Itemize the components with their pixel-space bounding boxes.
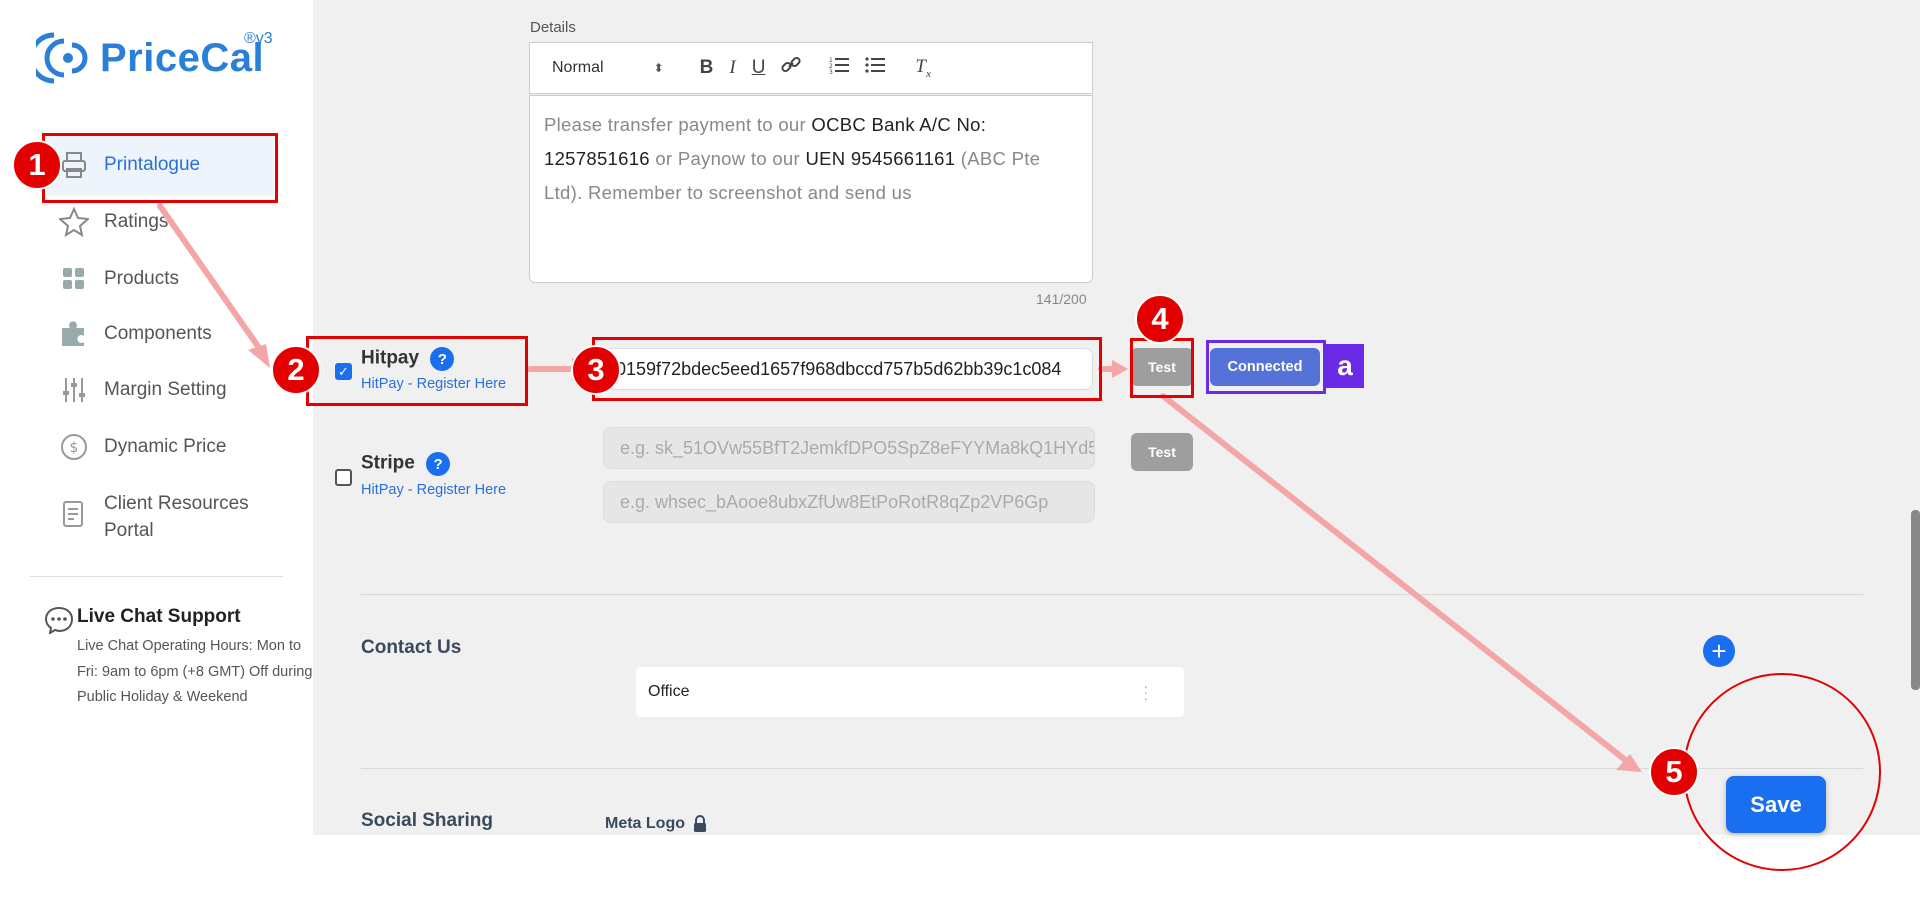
sidebar-item-label: Margin Setting <box>104 379 227 400</box>
editor-toolbar: Normal ⬍ B I U 123 Tx <box>529 42 1093 94</box>
section-divider <box>361 768 1863 769</box>
svg-text:$: $ <box>70 440 79 456</box>
step-badge-4: 4 <box>1135 294 1185 344</box>
step-badge-5: 5 <box>1649 747 1699 797</box>
annotation-box-2 <box>306 336 528 406</box>
bullet-list-icon[interactable] <box>865 56 886 80</box>
italic-icon[interactable]: I <box>729 57 735 79</box>
meta-logo-label: Meta Logo <box>605 815 707 833</box>
sidebar-item-label: Client Resources Portal <box>104 493 249 541</box>
sidebar-item-components[interactable]: Components <box>58 318 212 350</box>
annotation-box-4 <box>1130 338 1194 398</box>
sidebar-item-label: Components <box>104 323 212 344</box>
link-icon[interactable] <box>781 55 801 81</box>
underline-icon[interactable]: U <box>752 57 766 79</box>
sidebar: PriceCal ®v3 Printalogue Ratings Product… <box>0 0 313 835</box>
sidebar-item-label: Products <box>104 268 179 289</box>
annotation-badge-a: a <box>1326 344 1364 388</box>
details-text: Please transfer payment to our <box>544 114 812 135</box>
annotation-box-a <box>1206 340 1326 394</box>
grid-icon <box>58 263 90 295</box>
star-icon <box>58 206 90 238</box>
social-sharing-title: Social Sharing <box>361 810 493 831</box>
format-select[interactable]: Normal <box>552 59 604 77</box>
sidebar-item-products[interactable]: Products <box>58 263 179 295</box>
sidebar-item-label: Ratings <box>104 211 169 232</box>
sidebar-item-ratings[interactable]: Ratings <box>58 206 168 238</box>
annotation-box-1 <box>42 133 278 203</box>
details-text: or Paynow to our <box>649 148 806 169</box>
live-chat-title: Live Chat Support <box>77 606 241 627</box>
kebab-menu-icon[interactable]: · · · <box>1143 679 1148 705</box>
brand-name: PriceCal <box>100 35 265 80</box>
contact-us-title: Contact Us <box>361 637 462 658</box>
bottom-strip <box>0 835 1920 922</box>
step-badge-3: 3 <box>571 345 621 395</box>
sidebar-item-margin-setting[interactable]: Margin Setting <box>58 374 227 406</box>
help-icon[interactable]: ? <box>426 452 451 476</box>
step-badge-2: 2 <box>271 345 321 395</box>
lock-icon <box>694 815 706 832</box>
step-badge-1: 1 <box>12 140 62 190</box>
logo-icon <box>36 32 88 84</box>
stripe-webhook-input[interactable]: e.g. whsec_bAooe8ubxZfUw8EtPoRotR8qZp2VP… <box>603 481 1095 523</box>
annotation-box-3 <box>592 337 1102 401</box>
sliders-icon <box>58 374 90 406</box>
save-button[interactable]: Save <box>1726 776 1826 833</box>
add-contact-button[interactable]: + <box>1703 635 1735 667</box>
live-chat-hours: Live Chat Operating Hours: Mon to Fri: 9… <box>77 638 313 705</box>
select-arrows-icon: ⬍ <box>653 61 664 75</box>
brand-logo[interactable]: PriceCal <box>36 28 264 88</box>
chat-bubble-icon <box>44 606 74 634</box>
meta-logo-text: Meta Logo <box>605 815 685 832</box>
puzzle-icon <box>58 318 90 350</box>
stripe-test-button[interactable]: Test <box>1131 433 1193 471</box>
sidebar-divider <box>30 576 283 577</box>
document-icon <box>58 498 90 530</box>
sidebar-item-dynamic-price[interactable]: $ Dynamic Price <box>58 431 226 463</box>
stripe-secret-key-placeholder: e.g. sk_51OVw55BfT2JemkfDPO5SpZ8eFYYMa8k… <box>620 437 1095 458</box>
contact-entry-label: Office <box>648 683 690 700</box>
sidebar-item-label: Dynamic Price <box>104 436 227 457</box>
details-label: Details <box>530 19 576 36</box>
sidebar-item-client-resources-portal[interactable]: Client Resources Portal <box>58 490 254 544</box>
stripe-webhook-placeholder: e.g. whsec_bAooe8ubxZfUw8EtPoRotR8qZp2VP… <box>620 491 1049 512</box>
stripe-register-link[interactable]: HitPay - Register Here <box>361 482 506 498</box>
brand-version: ®v3 <box>244 30 273 47</box>
details-uen: UEN 9545661161 <box>805 148 956 169</box>
stripe-secret-key-input[interactable]: e.g. sk_51OVw55BfT2JemkfDPO5SpZ8eFYYMa8k… <box>603 427 1095 469</box>
dollar-circle-icon: $ <box>58 431 90 463</box>
stripe-checkbox[interactable] <box>335 469 352 486</box>
character-counter: 141/200 <box>1036 291 1087 307</box>
details-editor[interactable]: Please transfer payment to our OCBC Bank… <box>529 95 1093 283</box>
clear-format-icon[interactable]: Tx <box>915 56 930 80</box>
stripe-label: Stripe ? <box>361 452 451 476</box>
svg-text:3: 3 <box>829 69 833 74</box>
contact-entry-office[interactable]: Office · · · <box>636 667 1184 717</box>
ordered-list-icon[interactable]: 123 <box>829 56 850 80</box>
bold-icon[interactable]: B <box>700 57 714 79</box>
scrollbar-thumb[interactable] <box>1911 510 1920 690</box>
section-divider <box>361 594 1863 595</box>
